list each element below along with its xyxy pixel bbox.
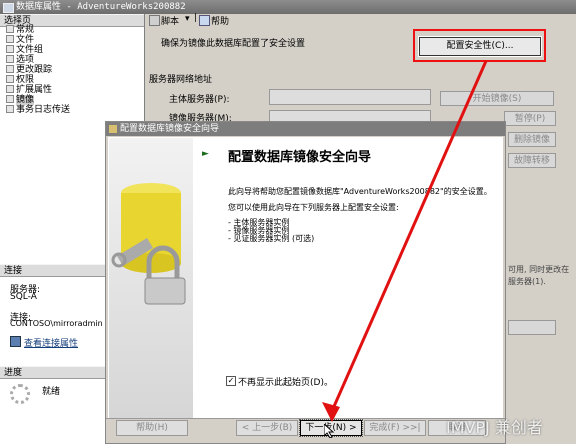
help-icon: [199, 15, 210, 26]
connection-properties-icon: [10, 336, 21, 347]
help-button[interactable]: 帮助: [211, 14, 229, 27]
wizard-dialog: 配置数据库镜像安全向导 ► 配置数据库镜像安全向导 此向导将帮助您配置镜像数据库…: [105, 121, 506, 444]
principal-server-label: 主体服务器(P):: [169, 95, 230, 105]
page-icon: [6, 75, 14, 83]
page-icon: [6, 55, 14, 63]
window-title: 数据库属性 - AdventureWorks200882: [16, 2, 186, 12]
page-icon: [6, 105, 14, 113]
right-note-1: 可用, 同时更改在: [508, 265, 570, 274]
page-icon: [6, 35, 14, 43]
connection-value: CONTOSO\mirroradmin: [10, 319, 103, 328]
failover-button[interactable]: 故障转移: [508, 153, 556, 168]
dont-show-checkbox[interactable]: ✓: [226, 376, 236, 386]
server-value: SQL-A: [10, 292, 37, 302]
wizard-sub: 您可以使用此向导在下列服务器上配置安全设置:: [228, 203, 399, 212]
principal-server-field[interactable]: [269, 89, 431, 105]
wizard-titlebar: 配置数据库镜像安全向导: [106, 122, 505, 136]
progress-status: 就绪: [42, 387, 61, 397]
back-button[interactable]: < 上一步(B): [236, 420, 298, 436]
progress-spinner-icon: [10, 384, 30, 404]
server-address-header: 服务器网络地址: [149, 75, 213, 85]
view-connection-properties-link[interactable]: 查看连接属性: [24, 336, 78, 349]
page-icon: [6, 45, 14, 53]
script-button[interactable]: 脚本: [161, 14, 179, 27]
page-icon: [6, 85, 14, 93]
remove-mirroring-button[interactable]: 删除镜像: [508, 132, 556, 147]
database-lock-icon: [111, 183, 186, 305]
wizard-content-right: [437, 137, 503, 418]
wizard-icon: [109, 125, 117, 133]
script-dropdown-icon[interactable]: ▾: [185, 14, 190, 24]
window-titlebar: 数据库属性 - AdventureWorks200882: [0, 0, 576, 14]
wizard-banner: [109, 138, 193, 418]
database-icon: [3, 3, 14, 13]
watermark: IMVPJ 兼创者: [446, 418, 543, 437]
dont-show-label: 不再显示此起始页(D)。: [238, 378, 333, 388]
script-icon: [149, 15, 160, 26]
wizard-description: 此向导将帮助您配置镜像数据库"AdventureWorks200882"的安全设…: [228, 187, 492, 196]
help-button[interactable]: 帮助(H): [116, 420, 188, 436]
separator: |: [194, 13, 198, 23]
mouse-cursor-icon: [324, 424, 334, 438]
page-icon: [6, 65, 14, 73]
page-item-log-shipping[interactable]: 事务日志传送: [6, 105, 70, 116]
wizard-item: - 见证服务器实例 (可选): [228, 234, 315, 243]
wizard-title: 配置数据库镜像安全向导: [120, 124, 220, 134]
right-note-2: 服务器(1).: [508, 277, 546, 286]
page-icon: [6, 95, 14, 103]
start-mirroring-button[interactable]: 开始镜像(S): [440, 91, 554, 106]
ok-button[interactable]: [508, 320, 556, 335]
page-icon: [6, 25, 14, 33]
heading-arrow-icon: ►: [202, 149, 209, 159]
pause-button[interactable]: 暂停(P): [504, 111, 556, 126]
wizard-heading: 配置数据库镜像安全向导: [228, 150, 372, 165]
mirroring-instruction: 确保为镜像此数据库配置了安全设置: [161, 39, 306, 49]
finish-button[interactable]: 完成(F) >>|: [364, 420, 426, 436]
highlight-box: [413, 29, 546, 62]
